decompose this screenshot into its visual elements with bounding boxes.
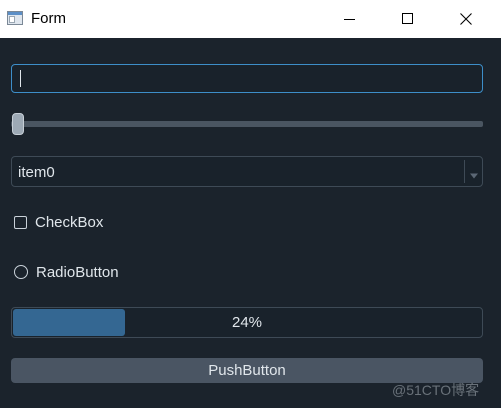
progress-text: 24%: [231, 314, 263, 331]
minimize-icon: [344, 19, 355, 20]
maximize-button[interactable]: [385, 0, 431, 38]
checkbox[interactable]: CheckBox: [14, 212, 103, 232]
window-title: Form: [31, 10, 66, 27]
text-caret: [20, 70, 21, 87]
watermark: @51CTO博客: [392, 382, 480, 398]
minimize-button[interactable]: [327, 0, 373, 38]
chevron-down-icon[interactable]: [469, 167, 479, 185]
checkbox-indicator[interactable]: [14, 215, 27, 229]
combo-divider: [464, 160, 465, 183]
progress-bar: 24%: [11, 307, 483, 338]
slider-handle[interactable]: [12, 113, 24, 135]
maximize-icon: [402, 13, 413, 24]
radio-button[interactable]: RadioButton: [14, 262, 119, 282]
close-button[interactable]: [443, 0, 489, 38]
radio-indicator[interactable]: [14, 265, 28, 279]
checkbox-label[interactable]: CheckBox: [35, 214, 103, 231]
combo-box[interactable]: item0: [11, 156, 483, 187]
slider-groove[interactable]: [11, 121, 483, 127]
radio-label[interactable]: RadioButton: [36, 264, 119, 281]
text-input[interactable]: [11, 64, 483, 93]
combo-selected-value: item0: [18, 164, 55, 181]
app-window-icon: [7, 11, 23, 25]
horizontal-slider[interactable]: [11, 112, 483, 136]
close-icon: [460, 13, 472, 25]
title-bar[interactable]: Form: [0, 0, 501, 38]
